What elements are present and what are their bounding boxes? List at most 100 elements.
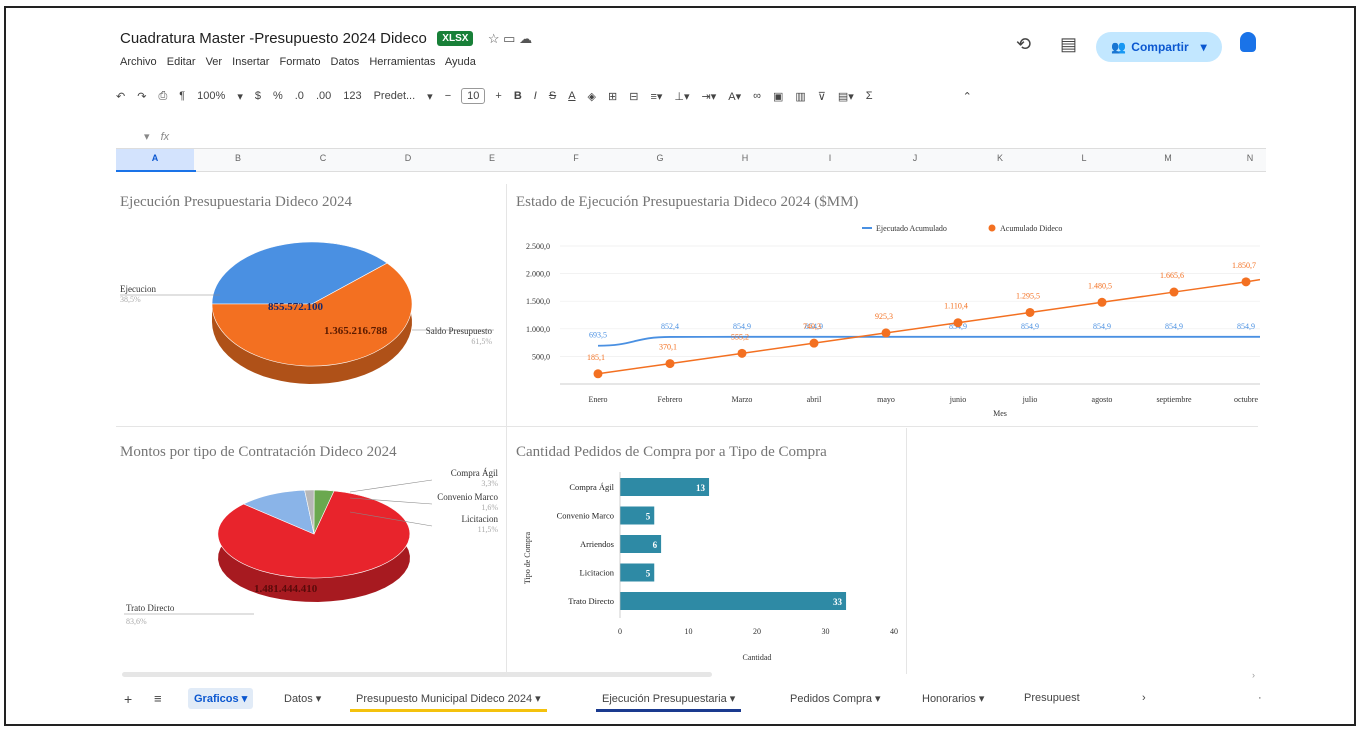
menu-editar[interactable]: Editar [167,56,196,68]
menu-ver[interactable]: Ver [206,56,223,68]
budget-execution-line-chart[interactable]: 500,0 1.000,0 1.500,0 2.000,0 2.500,0 Enero Fe… [510,216,1260,424]
sheet-menu-dot-icon[interactable]: · [1252,688,1268,708]
data-point [809,338,819,348]
column-header[interactable]: D [398,153,418,163]
tab-honorarios[interactable]: Honorarios ▾ [916,688,990,709]
contract-type-pie-chart[interactable]: 1.481.444.410 Trato Directo 83,6% Compra Ág… [114,464,504,640]
horizontal-align-icon[interactable]: ≡▾ [650,90,662,103]
vertical-align-icon[interactable]: ⊥▾ [674,90,689,103]
fill-color-icon[interactable]: ◈ [588,90,596,103]
tab-pedidos-compra[interactable]: Pedidos Compra ▾ [784,688,887,709]
column-header[interactable]: E [482,153,502,163]
menu-insertar[interactable]: Insertar [232,56,269,68]
column-header[interactable]: F [566,153,586,163]
column-header[interactable]: H [735,153,755,163]
decrease-decimals-button[interactable]: .0 [295,90,304,102]
italic-icon[interactable]: I [534,90,537,102]
budget-execution-pie-chart[interactable]: 855.572.1001.365.216.788 Ejecucion38,5% Sa… [114,222,504,422]
series-line-ejecutado [597,335,1260,347]
tab-datos[interactable]: Datos ▾ [278,688,327,709]
font-select[interactable]: Predet... [374,90,416,102]
scroll-right-icon[interactable]: › [1252,670,1255,680]
column-header[interactable]: J [905,153,925,163]
menu-datos[interactable]: Datos [331,56,360,68]
purchase-orders-bar-chart[interactable]: Compra Ágil 13 Convenio Marco 5 Arriendos 6 Li… [510,468,904,668]
font-size-decrease-icon[interactable]: − [445,90,451,102]
panel-divider [116,426,1258,427]
merge-cells-icon[interactable]: ⊟ [629,90,638,103]
horizontal-scrollbar[interactable] [122,672,712,677]
print-icon[interactable]: ⎙ [158,90,167,103]
menu-ayuda[interactable]: Ayuda [445,56,476,68]
percent-format-button[interactable]: % [273,90,283,102]
chevron-down-icon[interactable]: ▾ [237,90,243,103]
account-avatar[interactable] [1240,32,1256,52]
collapse-toolbar-icon[interactable]: ⌃ [963,90,972,103]
redo-icon[interactable]: ↷ [137,90,146,103]
chart-icon[interactable]: ▥ [795,90,805,103]
data-point [881,328,891,338]
link-icon[interactable]: ∞ [753,90,761,102]
filter-views-icon[interactable]: ▤▾ [838,90,854,103]
chevron-right-icon[interactable]: › [1136,688,1152,708]
strikethrough-icon[interactable]: S [549,90,556,102]
font-size-input[interactable]: 10 [461,88,486,104]
data-label: 1.481.444.410 [254,583,318,595]
document-title[interactable]: Cuadratura Master -Presupuesto 2024 Dide… [120,30,427,47]
chart-title: Cantidad Pedidos de Compra por a Tipo de… [516,444,827,460]
x-tick-label: Febrero [658,395,683,404]
share-button[interactable]: 👥 Compartir ▾ [1096,32,1222,62]
all-sheets-icon[interactable]: ≡ [148,687,168,710]
number-format-button[interactable]: 123 [343,90,361,102]
tab-ejecucion-presupuestaria[interactable]: Ejecución Presupuestaria ▾ [596,688,742,712]
text-rotation-icon[interactable]: A▾ [728,90,741,103]
comment-icon[interactable]: ▣ [773,90,783,103]
font-size-increase-icon[interactable]: + [495,90,501,102]
column-header-row: A B C D E F G H I J K L M N [116,148,1266,172]
functions-icon[interactable]: Σ [866,90,873,102]
data-label: 185,1 [587,353,605,362]
column-header[interactable]: L [1074,153,1094,163]
data-label: 13 [696,483,706,493]
menu-archivo[interactable]: Archivo [120,56,157,68]
undo-icon[interactable]: ↶ [116,90,125,103]
star-icon[interactable]: ☆ [488,31,500,46]
menu-herramientas[interactable]: Herramientas [369,56,435,68]
increase-decimals-button[interactable]: .00 [316,90,331,102]
bold-icon[interactable]: B [514,90,522,102]
tab-presupuesto-municipal[interactable]: Presupuesto Municipal Dideco 2024 ▾ [350,688,547,712]
zoom-select[interactable]: 100% [197,90,225,102]
chevron-down-icon[interactable]: ▾ [427,90,433,103]
text-wrap-icon[interactable]: ⇥▾ [702,90,717,103]
history-icon[interactable]: ⟲ [1016,34,1031,55]
data-point [1025,307,1035,317]
borders-icon[interactable]: ⊞ [608,90,617,103]
cloud-status-icon[interactable]: ☁ [519,31,532,46]
column-header[interactable]: I [820,153,840,163]
menu-formato[interactable]: Formato [280,56,321,68]
comments-icon[interactable]: ▤ [1060,34,1077,55]
tab-presupuest[interactable]: Presupuest [1018,688,1086,708]
column-header[interactable]: C [313,153,333,163]
column-header[interactable]: K [990,153,1010,163]
tab-graficos[interactable]: Graficos ▾ [188,688,254,709]
column-header[interactable]: N [1240,153,1260,163]
move-folder-icon[interactable]: ▭ [503,31,515,46]
filter-icon[interactable]: ⊽ [818,90,826,103]
data-label: 854,9 [733,322,751,331]
x-axis-title: Cantidad [743,653,772,662]
text-color-icon[interactable]: A [568,90,575,102]
currency-format-button[interactable]: $ [255,90,261,102]
paint-format-icon[interactable]: ¶ [179,90,185,102]
column-header[interactable]: G [650,153,670,163]
data-label: 855.572.100 [268,301,324,313]
column-header[interactable]: A [145,153,165,163]
y-axis-title: Tipo de Compra [523,531,532,584]
x-tick-label: abril [807,395,822,404]
column-header[interactable]: B [228,153,248,163]
name-box-dropdown-icon[interactable]: ▾ [144,131,150,143]
formula-bar[interactable]: ▾ fx [144,130,169,143]
column-header[interactable]: M [1158,153,1178,163]
add-sheet-icon[interactable]: + [118,687,138,711]
x-tick-label: 10 [685,627,693,636]
